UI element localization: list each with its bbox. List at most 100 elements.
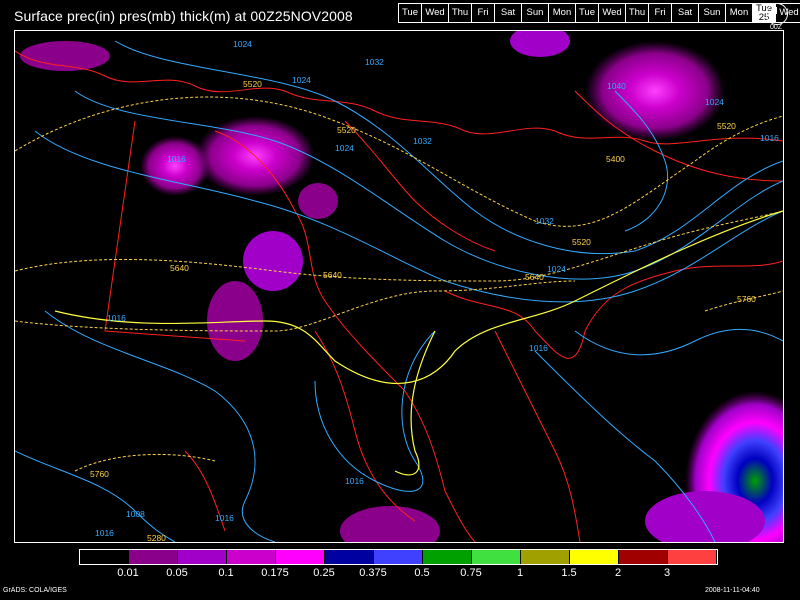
- thickness-label: 5640: [525, 272, 544, 282]
- precip-areas: [20, 31, 783, 542]
- legend-swatch: [276, 550, 325, 564]
- day-cell: Wed: [599, 4, 626, 22]
- isobar-label: 1024: [233, 39, 252, 49]
- thickness-label: 5760: [737, 294, 756, 304]
- precip-area: [340, 506, 440, 542]
- day-label: Sun: [526, 7, 544, 18]
- isobar-label: 1016: [215, 513, 234, 523]
- legend-swatch: [668, 550, 717, 564]
- isobar-label: 1032: [413, 136, 432, 146]
- legend-tick-label: 1: [516, 567, 524, 579]
- legend-tick-label: 0.1: [218, 567, 234, 579]
- day-label: Thu: [628, 7, 646, 18]
- day-cell: Mon: [726, 4, 753, 22]
- legend-swatch: [472, 550, 521, 564]
- day-cell: Mon: [549, 4, 576, 22]
- day-strip: Tue Wed Thu Fri Sat Sun Mon Tue Wed Thu Fri Sat Sun M…: [398, 3, 800, 23]
- day-label: Mon: [552, 7, 572, 18]
- day-cell: Fri: [649, 4, 672, 22]
- isobar-label: 1016: [107, 313, 126, 323]
- precip-area: [510, 31, 570, 57]
- legend-tick-label: 0.375: [359, 567, 387, 579]
- day-cell: Sat: [495, 4, 522, 22]
- thickness-label: 5280: [147, 533, 166, 542]
- isobar-label: 1040: [607, 81, 626, 91]
- legend-swatch: [423, 550, 472, 564]
- map-title: Surface prec(in) pres(mb) thick(m) at 00…: [14, 8, 353, 24]
- isobar-label: 1032: [365, 57, 384, 67]
- legend-swatch: [521, 550, 570, 564]
- thickness-label: 5760: [90, 469, 109, 479]
- isobar-label: 1016: [167, 154, 186, 164]
- footer-timestamp: 2008-11-11-04:40: [705, 587, 760, 594]
- legend-swatch: [80, 550, 129, 564]
- isobar-label: 1024: [335, 143, 354, 153]
- legend-swatch: [374, 550, 423, 564]
- day-cell: Thu: [626, 4, 649, 22]
- precip-legend: [79, 549, 718, 565]
- day-label: Fri: [477, 7, 489, 18]
- legend-swatch: [129, 550, 178, 564]
- day-label: Fri: [654, 7, 666, 18]
- day-cell: Sun: [699, 4, 726, 22]
- isobar-label: 1016: [760, 133, 779, 143]
- day-cell: Sun: [522, 4, 549, 22]
- isobar-label: 1008: [126, 509, 145, 519]
- thickness-label: 5640: [170, 263, 189, 273]
- day-label: Wed: [425, 7, 445, 18]
- precip-area: [585, 41, 725, 141]
- isobar-label: 1016: [529, 343, 548, 353]
- day-label: Mon: [729, 7, 749, 18]
- thickness-contour: [15, 210, 783, 282]
- coastline: [444, 260, 783, 359]
- thickness-label: 5640: [323, 270, 342, 280]
- legend-tick-label: 0.175: [261, 567, 289, 579]
- legend-swatch: [325, 550, 374, 564]
- thickness-label: 5520: [243, 79, 262, 89]
- isobar-label: 1024: [705, 97, 724, 107]
- thickness-label: 5520: [337, 125, 356, 135]
- legend-tick-label: 2: [614, 567, 622, 579]
- day-cell: Fri: [472, 4, 495, 22]
- isobar-label: 1016: [345, 476, 364, 486]
- legend-tick-label: 0.25: [313, 567, 335, 579]
- day-cell: Tue: [576, 4, 599, 22]
- weather-map: 1024 1024 1032 1032 1024 1016 1040 1024 …: [14, 30, 784, 543]
- legend-tick-label: 1.5: [561, 567, 577, 579]
- day-label: Wed: [602, 7, 622, 18]
- coastline: [494, 330, 581, 542]
- legend-tick-label: 0.01: [117, 567, 139, 579]
- coastline: [314, 330, 416, 522]
- day-label: Sun: [703, 7, 721, 18]
- thickness-label: 5400: [606, 154, 625, 164]
- legend-swatch: [619, 550, 668, 564]
- legend-tick-label: 0.5: [414, 567, 430, 579]
- day-cell: Tue: [399, 4, 422, 22]
- isobar-label: 1024: [292, 75, 311, 85]
- isobar: [574, 328, 783, 356]
- day-label: Tue: [401, 7, 419, 18]
- precip-area: [298, 183, 338, 219]
- precip-area: [20, 41, 110, 71]
- thickness-label: 5520: [717, 121, 736, 131]
- day-label: Sat: [677, 7, 693, 18]
- isobar-label: 1016: [95, 528, 114, 538]
- thickness-contour: [394, 330, 436, 476]
- legend-swatch: [178, 550, 227, 564]
- isobar-label: 1032: [535, 216, 554, 226]
- isobar-label: 1024: [547, 264, 566, 274]
- clock-icon: [766, 3, 788, 25]
- day-label: Sat: [500, 7, 516, 18]
- precip-area: [243, 231, 303, 291]
- day-label: Tue: [578, 7, 596, 18]
- thickness-label: 5520: [572, 237, 591, 247]
- legend-tick-label: 0.05: [166, 567, 188, 579]
- day-cell: Wed: [422, 4, 449, 22]
- day-label: Thu: [451, 7, 469, 18]
- legend-swatch: [227, 550, 276, 564]
- legend-swatch: [570, 550, 619, 564]
- footer-credit: GrADS: COLA/IGES: [3, 587, 67, 594]
- day-cell: Sat: [672, 4, 699, 22]
- freezing-contour: [54, 210, 783, 476]
- legend-ticks: 0.01 0.05 0.1 0.175 0.25 0.375 0.5 0.75 1 1.5 2 3: [79, 567, 719, 581]
